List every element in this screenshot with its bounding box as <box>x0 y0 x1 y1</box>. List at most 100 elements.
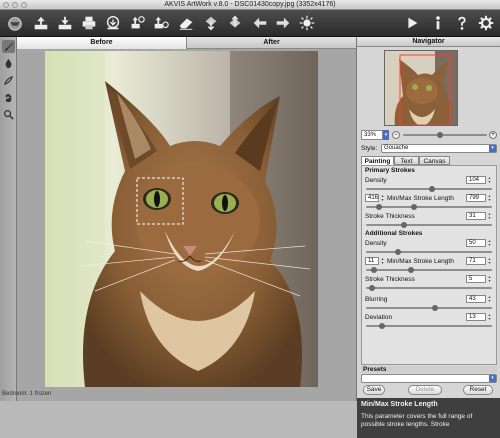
primary-density-stepper[interactable]: ▴ ▾ <box>487 176 492 184</box>
cat-photo[interactable] <box>45 51 318 387</box>
undo-button[interactable] <box>250 13 270 33</box>
eraser-button[interactable] <box>176 13 196 33</box>
zoom-window-button[interactable] <box>21 2 27 8</box>
main-toolbar <box>0 10 500 37</box>
tab-before[interactable]: Before <box>17 37 187 49</box>
primary-thickness-knob[interactable] <box>400 222 407 228</box>
close-window-button[interactable] <box>3 2 9 8</box>
pen-icon <box>3 75 14 86</box>
zoom-tool[interactable] <box>2 108 15 121</box>
zoom-in-button[interactable]: + <box>489 131 497 139</box>
additional-min-knob[interactable] <box>370 267 377 273</box>
style-row: Style: Gouache ▾ <box>361 144 497 154</box>
min-max-stroke-length-label: Min/Max Stroke Length <box>387 195 454 202</box>
primary-thickness-stepper[interactable]: ▴ ▾ <box>487 212 492 220</box>
title-bar: AKVIS ArtWork v.8.0 - DSC01430copy.jpg (… <box>0 0 500 10</box>
brush-tool[interactable] <box>2 40 15 53</box>
run-button[interactable] <box>402 13 422 33</box>
zoom-slider[interactable] <box>403 134 487 136</box>
zoom-dropdown-arrow[interactable]: ▾ <box>383 130 389 140</box>
deviation-stepper[interactable]: ▴ ▾ <box>487 313 492 321</box>
preferences-gear-icon <box>478 15 494 31</box>
zoom-slider-knob[interactable] <box>437 132 443 138</box>
drop-tool[interactable] <box>2 57 15 70</box>
additional-thickness-slider[interactable] <box>366 287 492 289</box>
zoom-value-field[interactable]: 33% <box>361 130 383 140</box>
primary-min-stepper[interactable]: ▴ ▾ <box>380 194 385 202</box>
redo-button[interactable] <box>273 13 293 33</box>
primary-max-stepper[interactable]: ▴ ▾ <box>487 194 492 202</box>
export-icon <box>229 15 241 28</box>
primary-min-knob[interactable] <box>375 204 382 210</box>
effect-icon <box>299 15 315 31</box>
tab-painting[interactable]: Painting <box>361 156 394 165</box>
deviation-knob[interactable] <box>379 323 386 329</box>
zoom-out-button[interactable]: − <box>392 131 400 139</box>
effect-button[interactable] <box>297 13 317 33</box>
presets-select[interactable]: ▾ <box>361 374 497 383</box>
additional-thickness-knob[interactable] <box>369 285 376 291</box>
delete-preset-button[interactable]: Delete <box>408 385 442 395</box>
save-button[interactable] <box>55 13 75 33</box>
navigator-preview[interactable] <box>384 50 458 126</box>
tab-text[interactable]: Text <box>394 156 419 165</box>
deviation-field[interactable]: 13 <box>466 313 486 321</box>
pen-tool[interactable] <box>2 74 15 87</box>
export-strokes-button[interactable] <box>225 13 245 33</box>
share-button[interactable] <box>103 13 123 33</box>
help-text: This parameter covers the full range of … <box>361 413 473 428</box>
redo-icon <box>276 17 290 29</box>
help-button[interactable] <box>452 13 472 33</box>
primary-max-length-field[interactable]: 799 <box>466 194 486 202</box>
image-window: Before After <box>17 37 356 401</box>
chevron-down-icon: ▾ <box>489 145 496 152</box>
style-label: Style: <box>361 145 378 152</box>
tool-strip <box>0 37 17 401</box>
additional-min-stepper[interactable]: ▴ ▾ <box>380 257 385 265</box>
additional-max-length-field[interactable]: 71 <box>466 257 486 265</box>
save-icon <box>58 16 72 30</box>
reset-preset-button[interactable]: Reset <box>463 385 493 395</box>
blurring-field[interactable]: 43 <box>466 295 486 303</box>
print-button[interactable] <box>79 13 99 33</box>
import-strokes-button[interactable] <box>201 13 221 33</box>
parameter-tabs: Painting Text Canvas <box>361 156 497 165</box>
additional-thickness-field[interactable]: 5 <box>466 275 486 283</box>
primary-density-knob[interactable] <box>428 186 435 192</box>
additional-density-knob[interactable] <box>394 249 401 255</box>
additional-length-slider[interactable] <box>366 269 492 271</box>
additional-max-stepper[interactable]: ▴ ▾ <box>487 257 492 265</box>
brush-icon <box>4 42 14 52</box>
open-icon <box>34 16 48 30</box>
density-label: Density <box>365 177 387 184</box>
hand-tool[interactable] <box>2 91 15 104</box>
additional-max-knob[interactable] <box>408 267 415 273</box>
primary-min-length-field[interactable]: 416 <box>365 194 379 202</box>
style-select[interactable]: Gouache ▾ <box>381 144 497 153</box>
additional-thickness-stepper[interactable]: ▴ ▾ <box>487 275 492 283</box>
preferences-button[interactable] <box>476 13 496 33</box>
primary-density-field[interactable]: 104 <box>466 176 486 184</box>
info-icon <box>436 16 440 30</box>
primary-length-slider[interactable] <box>366 206 492 208</box>
blurring-stepper[interactable]: ▴ ▾ <box>487 295 492 303</box>
print-icon <box>82 16 96 30</box>
additional-density-slider[interactable] <box>366 251 492 253</box>
open-button[interactable] <box>31 13 51 33</box>
additional-min-length-field[interactable]: 11 <box>365 257 379 265</box>
tab-canvas[interactable]: Canvas <box>419 156 450 165</box>
save-preset-button[interactable]: Save <box>363 385 385 395</box>
primary-thickness-field[interactable]: 31 <box>466 212 486 220</box>
blurring-knob[interactable] <box>432 305 439 311</box>
additional-density-field[interactable]: 50 <box>466 239 486 247</box>
primary-max-knob[interactable] <box>410 204 417 210</box>
batch-button[interactable] <box>127 13 147 33</box>
settings-button[interactable] <box>151 13 171 33</box>
tab-after[interactable]: After <box>187 37 356 49</box>
blurring-slider[interactable] <box>366 307 492 309</box>
minimize-window-button[interactable] <box>12 2 18 8</box>
primary-thickness-slider[interactable] <box>366 224 492 226</box>
info-button[interactable] <box>428 13 448 33</box>
additional-density-stepper[interactable]: ▴ ▾ <box>487 239 492 247</box>
view-tabs: Before After <box>17 37 356 49</box>
